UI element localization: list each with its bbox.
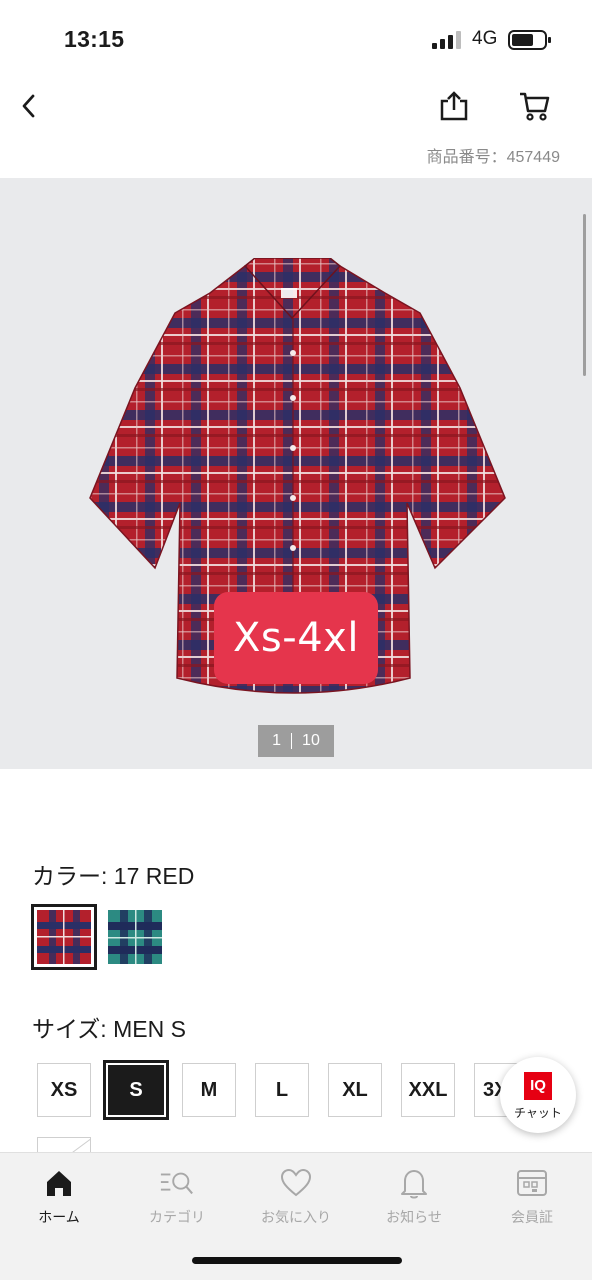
nav-label-home: ホーム — [38, 1210, 80, 1226]
pager-divider — [291, 733, 293, 749]
iq-chat-button[interactable]: IQ チャット — [500, 1057, 576, 1133]
iq-logo-icon: IQ — [524, 1071, 552, 1100]
category-search-icon — [160, 1172, 193, 1195]
share-button[interactable] — [436, 86, 472, 126]
color-label: カラー: 17 RED — [32, 863, 195, 889]
nav-item-favorites[interactable]: お気に入り — [241, 1165, 351, 1235]
home-indicator — [192, 1257, 402, 1264]
nav-item-category[interactable]: カテゴリ — [122, 1165, 232, 1235]
network-type: 4G — [472, 28, 498, 49]
size-option-xs[interactable]: XS — [37, 1063, 91, 1117]
nav-item-membership[interactable]: 会員証 — [477, 1165, 587, 1235]
heart-icon — [280, 1168, 312, 1197]
membership-card-icon — [517, 1170, 547, 1196]
size-option-s[interactable]: S — [103, 1060, 169, 1120]
size-option-xxl[interactable]: XXL — [401, 1063, 455, 1117]
cart-icon — [520, 92, 550, 121]
size-label: サイズ: MEN S — [32, 1016, 186, 1042]
nav-label-membership: 会員証 — [511, 1210, 553, 1226]
battery-icon — [508, 30, 551, 50]
bell-icon — [401, 1170, 427, 1199]
chevron-left-icon — [22, 94, 35, 118]
nav-label-notifications: お知らせ — [386, 1210, 442, 1226]
size-option-m[interactable]: M — [182, 1063, 236, 1117]
nav-label-favorites: お気に入り — [261, 1210, 331, 1226]
color-swatch-red[interactable] — [31, 904, 97, 970]
share-icon — [440, 91, 468, 121]
status-bar: 13:15 4G — [0, 0, 592, 78]
red-check-swatch-image — [37, 910, 91, 964]
pager-total: 10 — [302, 732, 320, 749]
product-code-label: 商品番号： — [426, 149, 507, 166]
size-option-l[interactable]: L — [255, 1063, 309, 1117]
product-code-value: 457449 — [506, 149, 560, 166]
cart-button[interactable] — [514, 86, 554, 126]
size-option-xl[interactable]: XL — [328, 1063, 382, 1117]
nav-label-category: カテゴリ — [149, 1210, 205, 1226]
pager-current: 1 — [272, 732, 282, 749]
nav-item-home[interactable]: ホーム — [4, 1165, 114, 1235]
size-range-badge: Xs-4xl — [214, 592, 378, 684]
scroll-indicator — [583, 214, 586, 376]
home-icon — [47, 1171, 71, 1196]
top-header — [0, 78, 592, 136]
nav-item-notifications[interactable]: お知らせ — [359, 1165, 469, 1235]
chat-label: チャット — [514, 1105, 562, 1120]
product-code: 商品番号：457449 — [427, 143, 560, 167]
back-button[interactable] — [12, 88, 46, 124]
green-check-swatch-image — [108, 910, 162, 964]
status-time: 13:15 — [64, 26, 125, 52]
product-image-gallery[interactable]: Xs-4xl 1 10 — [0, 178, 592, 769]
color-swatch-green[interactable] — [108, 910, 162, 964]
image-pager: 1 10 — [258, 725, 334, 757]
signal-icon — [432, 31, 461, 49]
